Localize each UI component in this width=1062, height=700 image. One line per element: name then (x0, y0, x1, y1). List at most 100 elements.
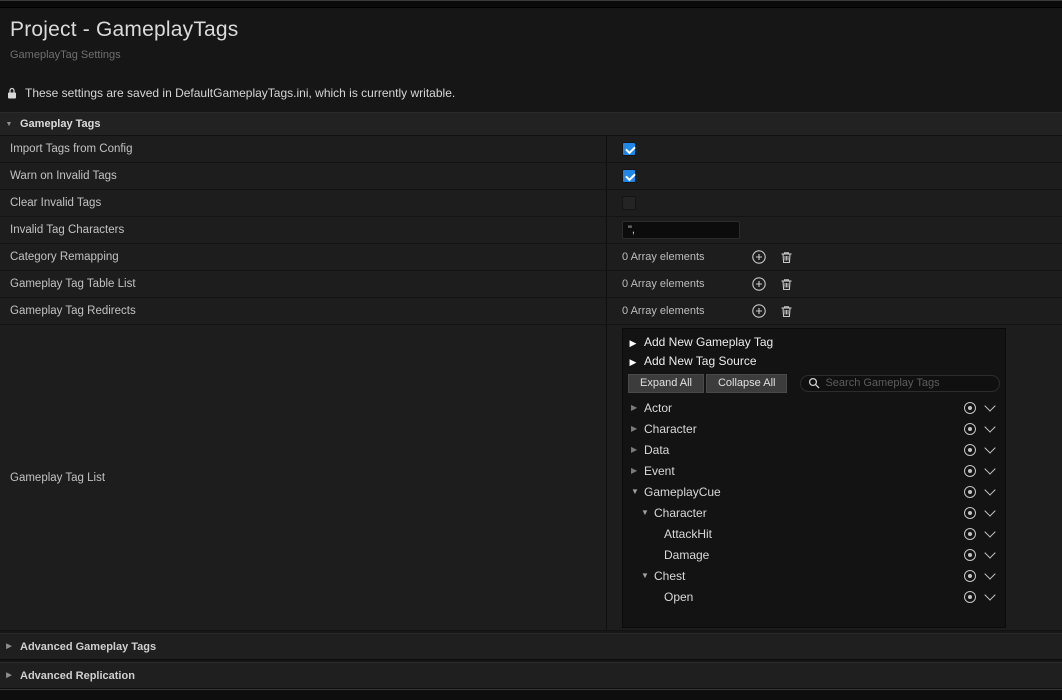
plus-circle-icon (752, 304, 766, 318)
window-top-strip (0, 0, 1062, 8)
array-count-text: 0 Array elements (622, 305, 705, 317)
tag-options-chevron-icon[interactable] (984, 567, 996, 580)
section-label: Advanced Replication (20, 669, 135, 682)
add-new-gameplay-tag-row[interactable]: Add New Gameplay Tag (628, 332, 1000, 351)
trash-icon (781, 278, 791, 290)
page-header: Project - GameplayTags GameplayTag Setti… (0, 8, 1062, 70)
tag-options-chevron-icon[interactable] (984, 420, 996, 433)
trash-icon (781, 251, 791, 263)
tag-list-toolbar: Expand All Collapse All (628, 372, 1000, 394)
tag-reference-icon[interactable] (964, 590, 976, 603)
property-value-cell: Add New Gameplay Tag Add New Tag Source … (607, 325, 1062, 630)
property-value-cell: 0 Array elements (607, 271, 1062, 297)
tag-tree-row[interactable]: ▼ Character (628, 502, 1000, 523)
tree-expander-icon[interactable]: ▶ (631, 424, 643, 433)
tag-reference-icon[interactable] (964, 485, 976, 498)
section-advanced-gameplay-tags[interactable]: Advanced Gameplay Tags (0, 633, 1062, 660)
tag-reference-icon[interactable] (964, 464, 976, 477)
tag-label: Character (654, 505, 707, 520)
tag-tree-row[interactable]: Damage (628, 544, 1000, 565)
expander-collapsed-icon[interactable] (628, 354, 638, 368)
property-value-cell: 0 Array elements (607, 244, 1062, 270)
expander-collapsed-icon[interactable] (628, 335, 638, 349)
tree-expander-icon[interactable]: ▼ (641, 571, 653, 580)
clear-invalid-checkbox[interactable] (622, 196, 636, 210)
invalid-tag-characters-input[interactable] (622, 221, 740, 239)
tag-options-chevron-icon[interactable] (984, 588, 996, 601)
tree-expander-icon[interactable]: ▶ (631, 466, 643, 475)
array-count-text: 0 Array elements (622, 251, 705, 263)
clear-array-button[interactable] (777, 248, 795, 266)
property-label: Invalid Tag Characters (10, 224, 125, 236)
tag-options-chevron-icon[interactable] (984, 546, 996, 559)
section-label: Gameplay Tags (20, 118, 101, 130)
tree-expander-icon[interactable]: ▶ (631, 445, 643, 454)
tag-reference-icon[interactable] (964, 527, 976, 540)
property-row-clear-invalid: Clear Invalid Tags (0, 190, 1062, 217)
tag-options-chevron-icon[interactable] (984, 483, 996, 496)
tag-reference-icon[interactable] (964, 401, 976, 414)
tag-label: GameplayCue (644, 484, 721, 499)
property-value-cell (607, 190, 1062, 216)
tag-label: Damage (664, 547, 710, 562)
property-label-cell: Warn on Invalid Tags (0, 163, 607, 189)
tag-tree-row[interactable]: ▶ Data (628, 439, 1000, 460)
tree-expander-icon[interactable]: ▼ (641, 508, 653, 517)
section-expander-icon[interactable] (4, 672, 14, 679)
tag-reference-icon[interactable] (964, 422, 976, 435)
property-row-invalid-chars: Invalid Tag Characters (0, 217, 1062, 244)
tree-expander-icon[interactable]: ▼ (631, 487, 643, 496)
tag-reference-icon[interactable] (964, 569, 976, 582)
tag-options-chevron-icon[interactable] (984, 399, 996, 412)
property-value-cell (607, 163, 1062, 189)
add-array-element-button[interactable] (750, 248, 768, 266)
search-icon (809, 377, 820, 389)
property-label: Import Tags from Config (10, 143, 133, 155)
clear-array-button[interactable] (777, 275, 795, 293)
section-expander-icon[interactable] (4, 643, 14, 650)
add-new-tag-source-label: Add New Tag Source (644, 353, 757, 368)
collapse-all-button[interactable]: Collapse All (705, 373, 788, 393)
property-rows: Import Tags from Config Warn on Invalid … (0, 136, 1062, 631)
tag-tree-row[interactable]: ▶ Character (628, 418, 1000, 439)
expand-all-button[interactable]: Expand All (628, 373, 704, 393)
section-expander-icon[interactable] (4, 121, 14, 128)
tree-expander-icon[interactable]: ▶ (631, 403, 643, 412)
property-label-cell: Gameplay Tag List (0, 325, 607, 630)
property-label-cell: Import Tags from Config (0, 136, 607, 162)
property-row-warn-invalid: Warn on Invalid Tags (0, 163, 1062, 190)
tag-tree-row[interactable]: AttackHit (628, 523, 1000, 544)
tag-tree-row[interactable]: ▶ Event (628, 460, 1000, 481)
property-label-cell: Gameplay Tag Redirects (0, 298, 607, 324)
tag-options-chevron-icon[interactable] (984, 525, 996, 538)
tag-label: Data (644, 442, 670, 457)
tag-options-chevron-icon[interactable] (984, 504, 996, 517)
warn-invalid-checkbox[interactable] (622, 169, 636, 183)
tag-label: Chest (654, 568, 686, 583)
add-array-element-button[interactable] (750, 275, 768, 293)
tag-reference-icon[interactable] (964, 443, 976, 456)
property-row-category-remapping: Category Remapping 0 Array elements (0, 244, 1062, 271)
import-tags-checkbox[interactable] (622, 142, 636, 156)
add-array-element-button[interactable] (750, 302, 768, 320)
tag-tree-row[interactable]: ▶ Actor (628, 397, 1000, 418)
tag-tree-row[interactable]: Open (628, 586, 1000, 607)
notice-text: These settings are saved in DefaultGamep… (25, 86, 456, 100)
tag-tree-row[interactable]: ▼ GameplayCue (628, 481, 1000, 502)
tag-tree-row[interactable]: ▼ Chest (628, 565, 1000, 586)
property-label: Gameplay Tag Table List (10, 278, 136, 290)
array-count-text: 0 Array elements (622, 278, 705, 290)
search-input[interactable] (825, 377, 992, 389)
tag-reference-icon[interactable] (964, 548, 976, 561)
section-gameplay-tags[interactable]: Gameplay Tags (0, 112, 1062, 136)
tag-options-chevron-icon[interactable] (984, 441, 996, 454)
tag-options-chevron-icon[interactable] (984, 462, 996, 475)
tag-reference-icon[interactable] (964, 506, 976, 519)
tag-tree: ▶ Actor ▶ Character ▶ Data ▶ Event ▼ GameplayCue ▼… (628, 397, 1000, 607)
section-advanced-replication[interactable]: Advanced Replication (0, 662, 1062, 689)
lock-icon (8, 87, 16, 99)
search-gameplay-tags-field[interactable] (800, 374, 1000, 392)
clear-array-button[interactable] (777, 302, 795, 320)
add-new-tag-source-row[interactable]: Add New Tag Source (628, 351, 1000, 370)
tag-label: Event (644, 463, 675, 478)
